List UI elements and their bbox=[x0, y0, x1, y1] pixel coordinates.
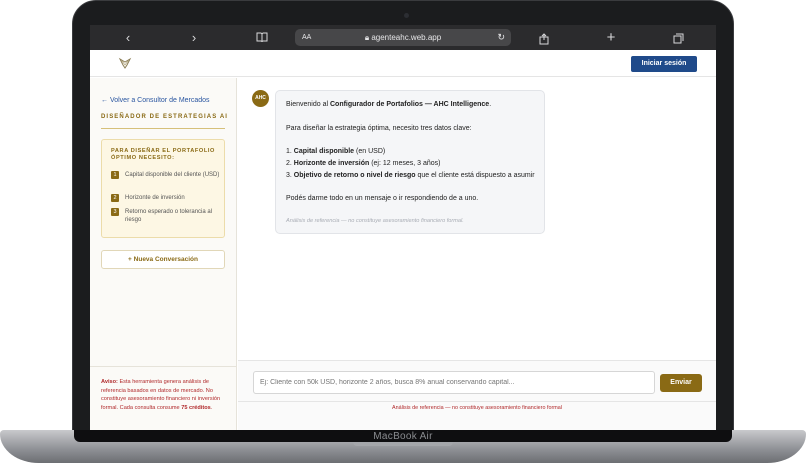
step-label: Horizonte de inversión bbox=[125, 195, 185, 201]
step-number: 3 bbox=[111, 208, 119, 216]
composer: Enviar Análisis de referencia — no const… bbox=[238, 360, 716, 430]
disclaimer-credits: 75 créditos bbox=[181, 404, 211, 411]
browser-toolbar: ‹ › AA 🔒︎ agenteahc.web.app ↻ + bbox=[90, 25, 716, 50]
assistant-avatar: AHC bbox=[252, 90, 269, 107]
intro-line: Para diseñar la estrategia óptima, neces… bbox=[286, 125, 472, 132]
reference-note: Análisis de referencia — no constituye a… bbox=[286, 218, 464, 224]
url-text: 🔒︎ agenteahc.web.app bbox=[364, 33, 442, 42]
model-label: MacBook Air bbox=[373, 431, 433, 442]
requirement-line: 1. Capital disponible (en USD) bbox=[286, 148, 386, 155]
bookmarks-icon[interactable] bbox=[252, 25, 272, 50]
disclaimer-text: Aviso: Esta herramienta genera análisis … bbox=[101, 378, 229, 412]
requirements-title: PARA DISEÑAR EL PORTAFOLIO ÓPTIMO NECESI… bbox=[111, 148, 215, 161]
composer-divider bbox=[238, 401, 716, 402]
web-page: Iniciar sesión ← Volver a Consultor de M… bbox=[90, 50, 716, 430]
send-button[interactable]: Enviar bbox=[660, 374, 702, 392]
requirements-card: PARA DISEÑAR EL PORTAFOLIO ÓPTIMO NECESI… bbox=[101, 139, 225, 238]
message-input[interactable] bbox=[253, 371, 655, 394]
laptop-mockup: ‹ › AA 🔒︎ agenteahc.web.app ↻ + Iniciar … bbox=[0, 0, 806, 463]
composer-disclaimer: Análisis de referencia — no constituye a… bbox=[392, 405, 562, 411]
step-label: Retorno esperado o tolerancia al riesgo bbox=[125, 209, 213, 223]
camera bbox=[404, 13, 409, 18]
forward-icon[interactable]: › bbox=[184, 25, 204, 50]
screen: ‹ › AA 🔒︎ agenteahc.web.app ↻ + Iniciar … bbox=[90, 25, 716, 430]
step-number: 1 bbox=[111, 171, 119, 179]
sidebar-title: DISEÑADOR DE ESTRATEGIAS AI bbox=[101, 114, 229, 120]
disclaimer-end: . bbox=[210, 404, 213, 411]
thumb-notch bbox=[353, 442, 453, 446]
address-bar[interactable]: AA 🔒︎ agenteahc.web.app ↻ bbox=[295, 29, 511, 46]
tabs-icon[interactable] bbox=[668, 25, 688, 50]
requirement-line: 3. Objetivo de retorno o nivel de riesgo… bbox=[286, 172, 535, 179]
assistant-message: Bienvenido al Configurador de Portafolio… bbox=[275, 90, 545, 234]
greeting-line: Bienvenido al Configurador de Portafolio… bbox=[286, 101, 492, 108]
new-tab-icon[interactable]: + bbox=[601, 25, 621, 50]
step-number: 2 bbox=[111, 194, 119, 202]
share-icon[interactable] bbox=[534, 25, 554, 50]
back-to-consultant-link[interactable]: ← Volver a Consultor de Mercados bbox=[101, 97, 210, 104]
sidebar: ← Volver a Consultor de Mercados DISEÑAD… bbox=[90, 78, 237, 430]
lock-icon: 🔒︎ bbox=[364, 33, 370, 42]
closing-line: Podés darme todo en un mensaje o ir resp… bbox=[286, 195, 479, 202]
warning-divider bbox=[90, 366, 237, 367]
requirement-line: 2. Horizonte de inversión (ej: 12 meses,… bbox=[286, 160, 441, 167]
back-icon[interactable]: ‹ bbox=[118, 25, 138, 50]
login-button[interactable]: Iniciar sesión bbox=[631, 56, 697, 72]
disclaimer-label: Aviso: bbox=[101, 379, 118, 385]
reload-icon[interactable]: ↻ bbox=[497, 29, 505, 46]
brand-logo-icon[interactable] bbox=[118, 57, 132, 72]
new-conversation-button[interactable]: + Nueva Conversación bbox=[101, 250, 225, 269]
chat-panel: AHC Bienvenido al Configurador de Portaf… bbox=[238, 78, 716, 430]
step-label: Capital disponible del cliente (USD) bbox=[125, 172, 220, 178]
site-header: Iniciar sesión bbox=[90, 50, 716, 77]
sidebar-divider bbox=[101, 128, 225, 129]
